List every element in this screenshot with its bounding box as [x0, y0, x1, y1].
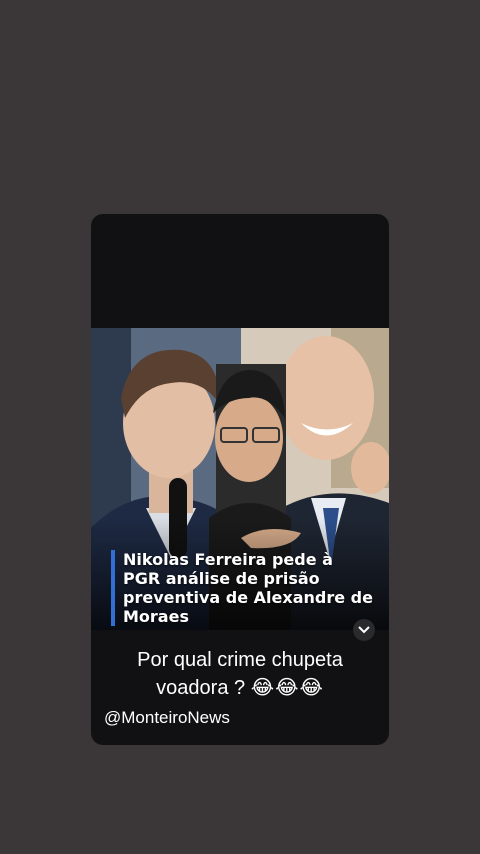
caption-text: voadora ? — [156, 677, 246, 699]
caption-line-1: Por qual crime chupeta — [137, 649, 343, 671]
story-caption: Por qual crime chupeta voadora ? 😂😂😂 — [91, 646, 389, 702]
news-headline: Nikolas Ferreira pede à PGR análise de p… — [111, 550, 373, 626]
story-card[interactable]: Nikolas Ferreira pede à PGR análise de p… — [91, 214, 389, 745]
laughing-emoji-icon: 😂😂😂 — [250, 677, 324, 699]
account-handle[interactable]: @MonteiroNews — [104, 708, 230, 728]
chevron-down-icon[interactable] — [353, 619, 375, 641]
caption-line-2: voadora ? 😂😂😂 — [91, 674, 389, 702]
